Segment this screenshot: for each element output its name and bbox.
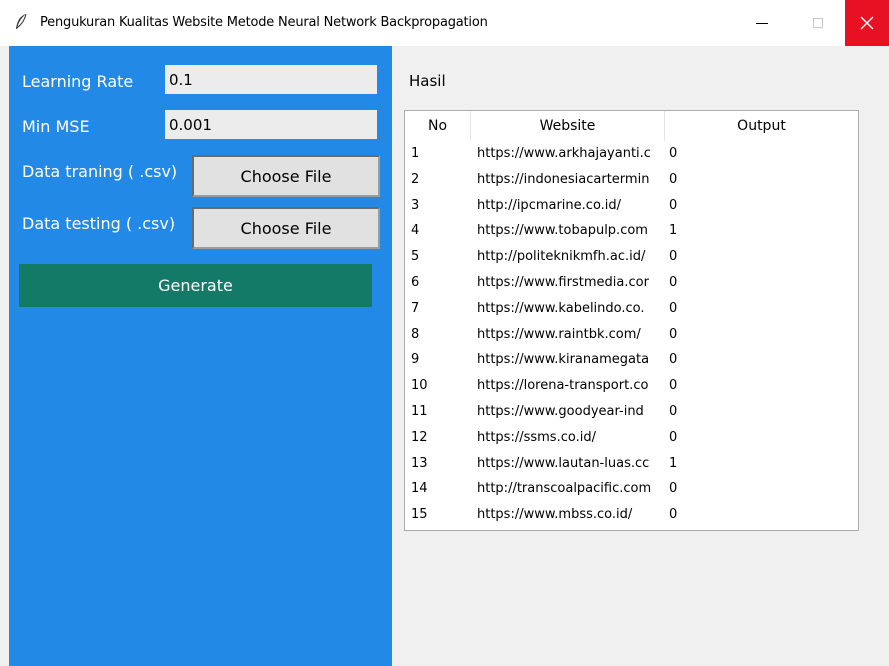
cell-no: 15 bbox=[411, 507, 428, 523]
generate-button[interactable]: Generate bbox=[19, 264, 372, 307]
cell-no: 4 bbox=[411, 223, 420, 239]
app-window: Pengukuran Kualitas Website Metode Neura… bbox=[0, 0, 889, 666]
cell-no: 10 bbox=[411, 378, 428, 394]
cell-website: https://www.kiranamegata bbox=[477, 352, 650, 368]
table-row[interactable]: 13 https://www.lautan-luas.cc 1 bbox=[405, 453, 858, 479]
cell-no: 6 bbox=[411, 274, 420, 290]
table-row[interactable]: 1 https://www.arkhajayanti.c 0 bbox=[405, 143, 858, 169]
min-mse-label: Min MSE bbox=[22, 117, 90, 136]
table-row[interactable]: 6 https://www.firstmedia.cor 0 bbox=[405, 272, 858, 298]
table-row[interactable]: 9 https://www.kiranamegata 0 bbox=[405, 349, 858, 375]
cell-no: 7 bbox=[411, 300, 420, 316]
learning-rate-label: Learning Rate bbox=[22, 72, 134, 91]
minimize-icon bbox=[756, 22, 768, 24]
cell-website: https://www.lautan-luas.cc bbox=[477, 455, 650, 471]
cell-output: 1 bbox=[669, 455, 678, 471]
column-header-no[interactable]: No bbox=[405, 111, 471, 141]
result-table[interactable]: No Website Output 1 https://www.arkhajaya… bbox=[404, 110, 859, 531]
table-row[interactable]: 5 http://politeknikmfh.ac.id/0 bbox=[405, 246, 858, 272]
cell-website: https://indonesiacartermin bbox=[477, 171, 650, 187]
cell-no: 8 bbox=[411, 326, 420, 342]
table-row[interactable]: 15 https://www.mbss.co.id/0 bbox=[405, 504, 858, 530]
cell-output: 0 bbox=[669, 146, 678, 161]
table-row[interactable]: 7 https://www.kabelindo.co. 0 bbox=[405, 298, 858, 324]
title-bar[interactable]: Pengukuran Kualitas Website Metode Neura… bbox=[0, 0, 889, 46]
close-button[interactable] bbox=[845, 0, 889, 46]
table-row[interactable]: 8 https://www.raintbk.com/0 bbox=[405, 324, 858, 350]
cell-website: https://www.mbss.co.id/ bbox=[477, 507, 633, 523]
cell-output: 1 bbox=[669, 223, 678, 239]
minimize-button[interactable] bbox=[735, 0, 789, 46]
table-row[interactable]: 4 https://www.tobapulp.com 1 bbox=[405, 220, 858, 246]
maximize-button[interactable] bbox=[791, 0, 845, 46]
training-choose-file-button[interactable]: Choose File bbox=[192, 155, 380, 197]
table-body: 1 https://www.arkhajayanti.c 0 2 https://in… bbox=[405, 143, 858, 530]
parameter-panel: Learning Rate Min MSE Data traning ( .cs… bbox=[9, 46, 392, 666]
cell-website: https://www.firstmedia.cor bbox=[477, 274, 649, 290]
table-header: No Website Output bbox=[405, 111, 858, 141]
cell-website: https://www.tobapulp.com bbox=[477, 223, 648, 239]
cell-output: 0 bbox=[669, 300, 678, 316]
cell-output: 0 bbox=[669, 274, 678, 290]
cell-output: 0 bbox=[669, 352, 678, 368]
cell-output: 0 bbox=[669, 403, 678, 419]
table-row[interactable]: 10 https://lorena-transport.co 0 bbox=[405, 375, 858, 401]
cell-output: 0 bbox=[669, 429, 678, 445]
cell-no: 9 bbox=[411, 352, 420, 368]
cell-website: https://ssms.co.id/ bbox=[477, 429, 596, 445]
cell-website: http://transcoalpacific.com bbox=[477, 481, 652, 497]
cell-no: 12 bbox=[411, 429, 428, 445]
table-row[interactable]: 2 https://indonesiacartermin 0 bbox=[405, 169, 858, 195]
cell-website: http://ipcmarine.co.id/ bbox=[477, 197, 622, 213]
cell-website: https://lorena-transport.co bbox=[477, 378, 649, 394]
cell-no: 14 bbox=[411, 481, 428, 497]
cell-output: 0 bbox=[669, 507, 678, 523]
result-label: Hasil bbox=[409, 72, 446, 90]
cell-website: https://www.arkhajayanti.c bbox=[477, 146, 651, 161]
cell-no: 5 bbox=[411, 249, 420, 265]
window-title: Pengukuran Kualitas Website Metode Neura… bbox=[40, 15, 488, 30]
cell-output: 0 bbox=[669, 197, 678, 213]
cell-no: 11 bbox=[411, 403, 428, 419]
cell-output: 0 bbox=[669, 326, 678, 342]
cell-no: 1 bbox=[411, 146, 420, 161]
table-row[interactable]: 3 http://ipcmarine.co.id/0 bbox=[405, 195, 858, 221]
table-row[interactable]: 14 http://transcoalpacific.com 0 bbox=[405, 478, 858, 504]
training-data-label: Data traning ( .csv) bbox=[22, 162, 178, 181]
table-row[interactable]: 11 https://www.goodyear-ind 0 bbox=[405, 401, 858, 427]
min-mse-input[interactable] bbox=[165, 110, 377, 139]
cell-output: 0 bbox=[669, 481, 678, 497]
maximize-icon bbox=[813, 18, 823, 28]
cell-output: 0 bbox=[669, 171, 678, 187]
cell-no: 3 bbox=[411, 197, 420, 213]
close-icon bbox=[860, 16, 874, 30]
learning-rate-input[interactable] bbox=[165, 65, 377, 94]
feather-icon bbox=[16, 13, 27, 29]
cell-website: https://www.kabelindo.co. bbox=[477, 300, 645, 316]
cell-website: https://www.raintbk.com/ bbox=[477, 326, 641, 342]
cell-no: 2 bbox=[411, 171, 420, 187]
testing-choose-file-button[interactable]: Choose File bbox=[192, 207, 380, 249]
testing-data-label: Data testing ( .csv) bbox=[22, 214, 176, 233]
table-row[interactable]: 12 https://ssms.co.id/0 bbox=[405, 427, 858, 453]
column-header-output[interactable]: Output bbox=[665, 111, 858, 141]
cell-website: http://politeknikmfh.ac.id/ bbox=[477, 249, 646, 265]
cell-output: 0 bbox=[669, 378, 678, 394]
cell-no: 13 bbox=[411, 455, 428, 471]
column-header-website[interactable]: Website bbox=[471, 111, 665, 141]
cell-output: 0 bbox=[669, 249, 678, 265]
cell-website: https://www.goodyear-ind bbox=[477, 403, 644, 419]
